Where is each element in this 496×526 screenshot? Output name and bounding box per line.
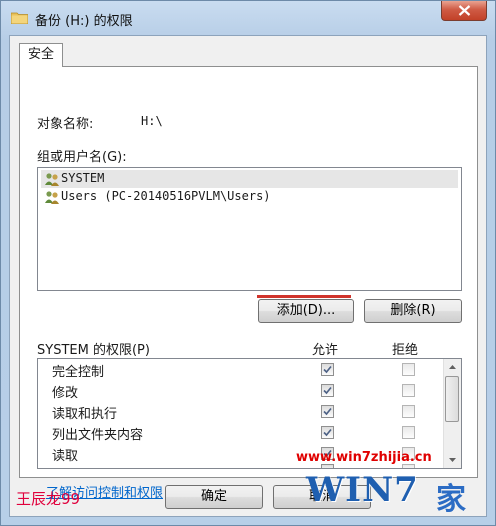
permission-name: 完全控制	[52, 365, 105, 380]
deny-checkbox[interactable]	[402, 363, 415, 376]
win7-logo-watermark: WIN7	[306, 470, 419, 510]
list-item[interactable]: Users (PC-20140516PVLM\Users)	[41, 188, 458, 206]
user-group-icon	[45, 191, 59, 204]
ok-button[interactable]: 确定	[165, 485, 263, 509]
checkmark-icon	[323, 365, 332, 374]
close-button[interactable]	[441, 1, 487, 21]
permission-name: 列出文件夹内容	[52, 428, 144, 443]
logo-suffix-watermark: 家	[436, 482, 466, 517]
permissions-scrollbar[interactable]	[443, 359, 461, 468]
security-panel: 对象名称: H:\ 组或用户名(G): SYSTEM Users (PC-201…	[19, 66, 478, 501]
folder-icon	[11, 12, 28, 24]
checkmark-icon	[323, 428, 332, 437]
permission-name: 修改	[52, 386, 79, 401]
permission-name: 读取和执行	[52, 407, 118, 422]
deny-header: 拒绝	[392, 343, 419, 358]
table-row: 修改	[38, 380, 443, 401]
table-row: 列出文件夹内容	[38, 422, 443, 443]
remove-button[interactable]: 删除(R)	[364, 299, 462, 323]
allow-header: 允许	[312, 343, 339, 358]
deny-checkbox[interactable]	[402, 426, 415, 439]
permissions-dialog: 备份 (H:) 的权限 安全 对象名称: H:\ 组或用户名(G): SYSTE…	[0, 0, 496, 526]
allow-checkbox[interactable]	[321, 363, 334, 376]
permissions-title: SYSTEM 的权限(P)	[37, 343, 150, 358]
tab-label: 安全	[27, 47, 54, 62]
allow-checkbox[interactable]	[321, 405, 334, 418]
checkmark-icon	[323, 407, 332, 416]
allow-checkbox[interactable]	[321, 384, 334, 397]
groups-listbox[interactable]: SYSTEM Users (PC-20140516PVLM\Users)	[37, 167, 462, 291]
checkmark-icon	[323, 386, 332, 395]
object-name-value: H:\	[141, 114, 163, 128]
list-item-label: Users (PC-20140516PVLM\Users)	[61, 189, 271, 203]
table-row: 读取和执行	[38, 401, 443, 422]
tab-security[interactable]: 安全	[19, 43, 63, 67]
scroll-down-icon[interactable]	[444, 452, 461, 468]
highlight-underline	[257, 295, 351, 298]
list-item-label: SYSTEM	[61, 171, 105, 185]
dialog-body: 安全 对象名称: H:\ 组或用户名(G): SYSTEM Users (PC-…	[9, 35, 487, 517]
allow-checkbox[interactable]	[321, 426, 334, 439]
deny-checkbox[interactable]	[402, 384, 415, 397]
groups-label: 组或用户名(G):	[37, 150, 127, 165]
permission-name: 读取	[52, 449, 79, 464]
author-watermark: 王辰龙99	[16, 490, 81, 508]
title-bar[interactable]: 备份 (H:) 的权限	[1, 1, 495, 35]
object-name-label: 对象名称:	[37, 117, 94, 132]
deny-checkbox[interactable]	[402, 405, 415, 418]
scroll-thumb[interactable]	[445, 376, 459, 422]
close-icon	[458, 5, 471, 16]
user-group-icon	[45, 173, 59, 186]
window-title: 备份 (H:) 的权限	[35, 14, 133, 29]
site-watermark: www.win7zhijia.cn	[296, 450, 432, 465]
add-button[interactable]: 添加(D)...	[258, 299, 354, 323]
scroll-up-icon[interactable]	[444, 359, 461, 375]
table-row: 完全控制	[38, 359, 443, 380]
list-item[interactable]: SYSTEM	[41, 170, 458, 188]
